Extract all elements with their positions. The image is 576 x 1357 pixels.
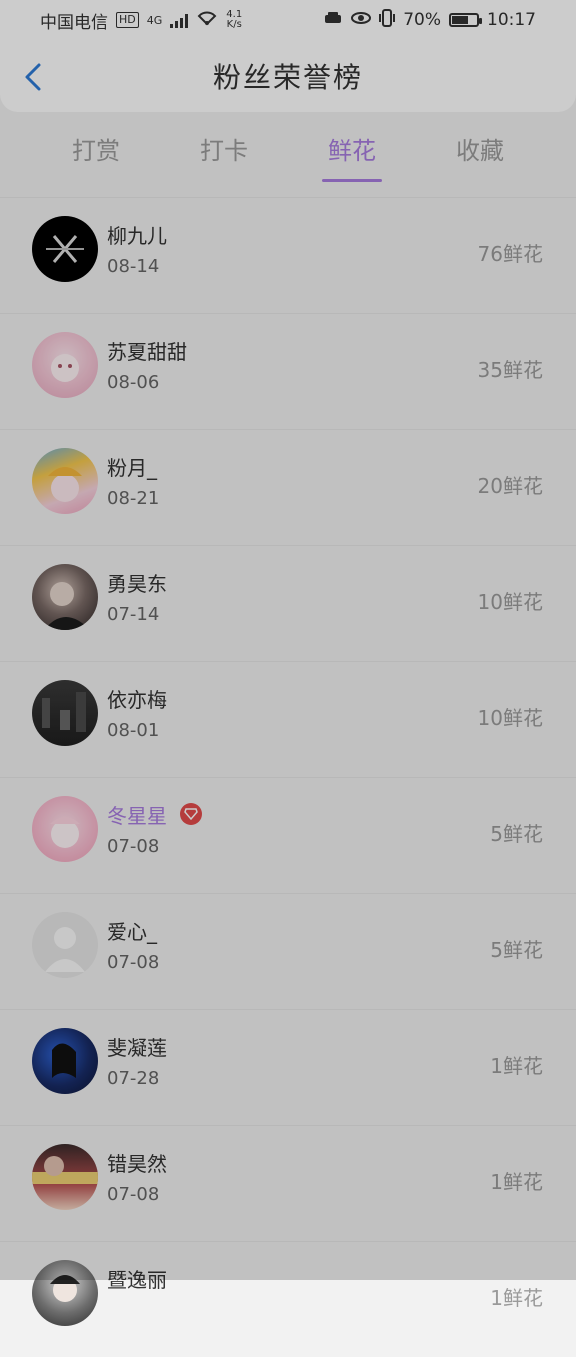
fan-amount: 10鲜花 — [477, 706, 543, 730]
default-avatar-icon — [45, 927, 85, 972]
fan-name[interactable]: 错昊然 — [107, 1148, 167, 1177]
hd-badge: HD — [116, 12, 139, 28]
avatar[interactable] — [32, 912, 98, 978]
network-badge: 4G — [146, 13, 163, 27]
avatar[interactable] — [32, 1028, 98, 1094]
tab-favorites[interactable]: 收藏 — [450, 131, 510, 166]
tab-checkin[interactable]: 打卡 — [194, 131, 254, 166]
fan-amount: 1鲜花 — [490, 1286, 543, 1310]
fan-amount: 10鲜花 — [477, 590, 543, 614]
fan-amount: 76鲜花 — [477, 242, 543, 266]
fan-row[interactable]: 暨逸丽 1鲜花 — [0, 1241, 576, 1357]
back-button[interactable] — [16, 60, 50, 94]
avatar[interactable] — [32, 216, 98, 282]
fan-row[interactable]: 错昊然 07-08 1鲜花 — [0, 1125, 576, 1241]
fan-row[interactable]: 粉月_ 08-21 20鲜花 — [0, 429, 576, 545]
vip-badge — [180, 803, 202, 825]
fan-name[interactable]: 冬星星 — [107, 800, 167, 829]
battery-icon — [449, 13, 482, 27]
wifi-icon — [196, 10, 218, 31]
fan-row[interactable]: 爱心_ 07-08 5鲜花 — [0, 893, 576, 1009]
tab-reward[interactable]: 打赏 — [66, 131, 126, 166]
fan-row[interactable]: 柳九儿 08-14 76鲜花 — [0, 197, 576, 313]
carrier-label: 中国电信 — [40, 12, 108, 33]
fan-date: 08-06 — [107, 372, 160, 393]
clock: 10:17 — [487, 10, 536, 30]
avatar[interactable] — [32, 448, 98, 514]
nav-header: 粉丝荣誉榜 — [0, 40, 576, 112]
fan-name[interactable]: 依亦梅 — [107, 684, 167, 713]
fan-date: 07-28 — [107, 1068, 160, 1089]
fan-date: 08-01 — [107, 720, 160, 741]
fan-amount: 1鲜花 — [490, 1170, 543, 1194]
fan-row[interactable]: 依亦梅 08-01 10鲜花 — [0, 661, 576, 777]
fan-amount: 1鲜花 — [490, 1054, 543, 1078]
page-title: 粉丝荣誉榜 — [212, 61, 363, 94]
vibrate-icon — [379, 8, 396, 32]
fan-name[interactable]: 粉月_ — [107, 452, 157, 481]
fan-row[interactable]: 勇昊东 07-14 10鲜花 — [0, 545, 576, 661]
eye-icon — [351, 10, 372, 31]
fan-name[interactable]: 柳九儿 — [107, 220, 167, 249]
avatar[interactable] — [32, 680, 98, 746]
chevron-left-icon — [25, 63, 41, 91]
fan-name[interactable]: 斐凝莲 — [107, 1032, 167, 1061]
fan-name[interactable]: 暨逸丽 — [107, 1264, 167, 1293]
fan-list: 柳九儿 08-14 76鲜花 苏夏甜甜 08-06 35鲜花 粉月_ 08-21… — [0, 197, 576, 1357]
fan-date: 07-08 — [107, 1184, 160, 1205]
avatar[interactable] — [32, 564, 98, 630]
fan-amount: 35鲜花 — [477, 358, 543, 382]
fan-name[interactable]: 勇昊东 — [107, 568, 167, 597]
avatar[interactable] — [32, 1144, 98, 1210]
fan-name[interactable]: 爱心_ — [107, 916, 157, 945]
fan-row[interactable]: 斐凝莲 07-28 1鲜花 — [0, 1009, 576, 1125]
fan-date: 07-14 — [107, 604, 160, 625]
fan-date: 08-14 — [107, 256, 160, 277]
fan-row[interactable]: 苏夏甜甜 08-06 35鲜花 — [0, 313, 576, 429]
status-bar: 中国电信 HD 4G 4.1 K/s 70% 10:17 — [0, 0, 576, 40]
active-tab-indicator — [322, 178, 382, 182]
signal-icon — [170, 12, 189, 28]
diamond-icon — [184, 808, 198, 820]
fan-amount: 20鲜花 — [477, 474, 543, 498]
fan-name[interactable]: 苏夏甜甜 — [107, 336, 187, 365]
fan-date: 08-21 — [107, 488, 160, 509]
fan-date: 07-08 — [107, 836, 160, 857]
fan-amount: 5鲜花 — [490, 938, 543, 962]
tab-flowers-label: 鲜花 — [328, 136, 376, 165]
tab-bar: 打赏 打卡 鲜花 收藏 — [0, 112, 576, 184]
car-icon — [323, 10, 343, 31]
battery-percent: 70% — [403, 10, 441, 30]
fan-amount: 5鲜花 — [490, 822, 543, 846]
avatar[interactable] — [32, 1260, 98, 1326]
avatar[interactable] — [32, 796, 98, 862]
fan-date: 07-08 — [107, 952, 160, 973]
tab-flowers[interactable]: 鲜花 — [322, 131, 382, 182]
net-speed: 4.1 K/s — [226, 9, 243, 30]
fan-row[interactable]: 冬星星 07-08 5鲜花 — [0, 777, 576, 893]
avatar[interactable] — [32, 332, 98, 398]
